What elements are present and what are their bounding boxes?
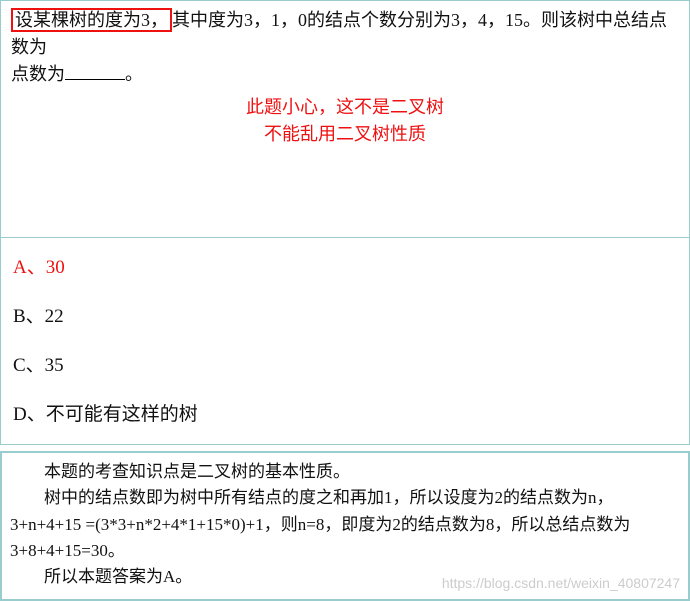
question-text: 设某棵树的度为3，其中度为3，1，0的结点个数分别为3，4，15。则该树中总结点… <box>11 7 679 88</box>
option-c: C、35 <box>13 350 677 377</box>
option-a: A、30 <box>13 252 677 279</box>
watermark-text: https://blog.csdn.net/weixin_40807247 <box>442 573 680 595</box>
question-box: 设某棵树的度为3，其中度为3，1，0的结点个数分别为3，4，15。则该树中总结点… <box>0 0 690 238</box>
explanation-p1: 本题的考查知识点是二叉树的基本性质。 <box>10 459 680 485</box>
option-b: B、22 <box>13 301 677 328</box>
warning-note: 此题小心，这不是二叉树 不能乱用二叉树性质 <box>11 94 679 148</box>
highlighted-phrase: 设某棵树的度为3， <box>11 8 172 32</box>
option-d: D、不可能有这样的树 <box>13 399 677 426</box>
question-rest-after: 点数为。 <box>11 64 143 84</box>
explanation-p2: 树中的结点数即为树中所有结点的度之和再加1，所以设度为2的结点数为n，3+n+4… <box>10 485 680 564</box>
note-line-1: 此题小心，这不是二叉树 <box>11 94 679 121</box>
options-box: A、30 B、22 C、35 D、不可能有这样的树 <box>0 238 690 445</box>
note-line-2: 不能乱用二叉树性质 <box>11 121 679 148</box>
blank-underline <box>65 62 125 80</box>
explanation-box: 本题的考查知识点是二叉树的基本性质。 树中的结点数即为树中所有结点的度之和再加1… <box>0 451 690 601</box>
